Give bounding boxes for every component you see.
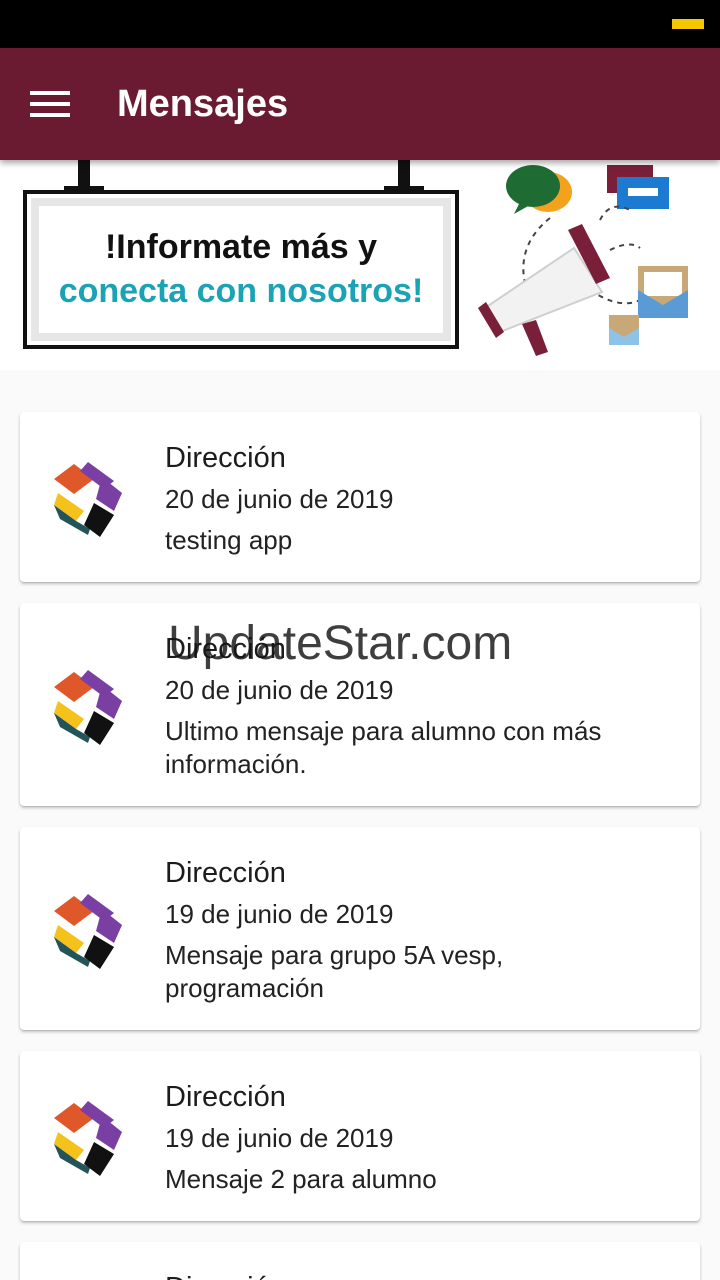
school-logo-icon <box>54 894 122 969</box>
school-logo-icon <box>54 462 122 537</box>
message-text: Mensaje 2 para alumno <box>165 1164 437 1194</box>
message-sender: Dirección <box>165 1081 286 1113</box>
message-card[interactable]: Dirección <box>20 1242 700 1280</box>
megaphone-icon <box>478 165 688 356</box>
status-bar <box>0 0 720 48</box>
message-card[interactable]: Dirección 20 de junio de 2019 testing ap… <box>20 412 700 582</box>
school-logo-icon <box>54 1101 122 1176</box>
message-card[interactable]: Dirección 19 de junio de 2019 Mensaje pa… <box>20 827 700 1030</box>
page-title: Mensajes <box>117 83 289 125</box>
message-card[interactable]: Dirección 20 de junio de 2019 Ultimo men… <box>20 603 700 806</box>
app-bar: Mensajes <box>0 48 720 160</box>
message-sender: Dirección <box>165 442 286 474</box>
message-date: 20 de junio de 2019 <box>165 675 394 705</box>
message-sender: Dirección <box>165 1270 286 1280</box>
message-card[interactable]: Dirección 19 de junio de 2019 Mensaje 2 … <box>20 1051 700 1221</box>
message-text: testing app <box>165 525 293 555</box>
message-sender: Dirección <box>165 633 286 665</box>
banner: !Informate más y conecta con nosotros! <box>0 160 720 370</box>
message-date: 19 de junio de 2019 <box>165 899 394 929</box>
message-text: Mensaje para grupo 5A vesp, programación <box>165 940 504 1003</box>
message-date: 19 de junio de 2019 <box>165 1123 394 1153</box>
battery-icon <box>672 19 704 29</box>
message-sender: Dirección <box>165 857 286 889</box>
banner-headline: !Informate más y <box>104 228 378 266</box>
message-text: Ultimo mensaje para alumno con más infor… <box>165 716 602 779</box>
message-date: 20 de junio de 2019 <box>165 484 394 514</box>
banner-subheadline: conecta con nosotros! <box>58 272 424 310</box>
hamburger-menu-icon[interactable] <box>18 76 82 132</box>
school-logo-icon <box>54 670 122 745</box>
